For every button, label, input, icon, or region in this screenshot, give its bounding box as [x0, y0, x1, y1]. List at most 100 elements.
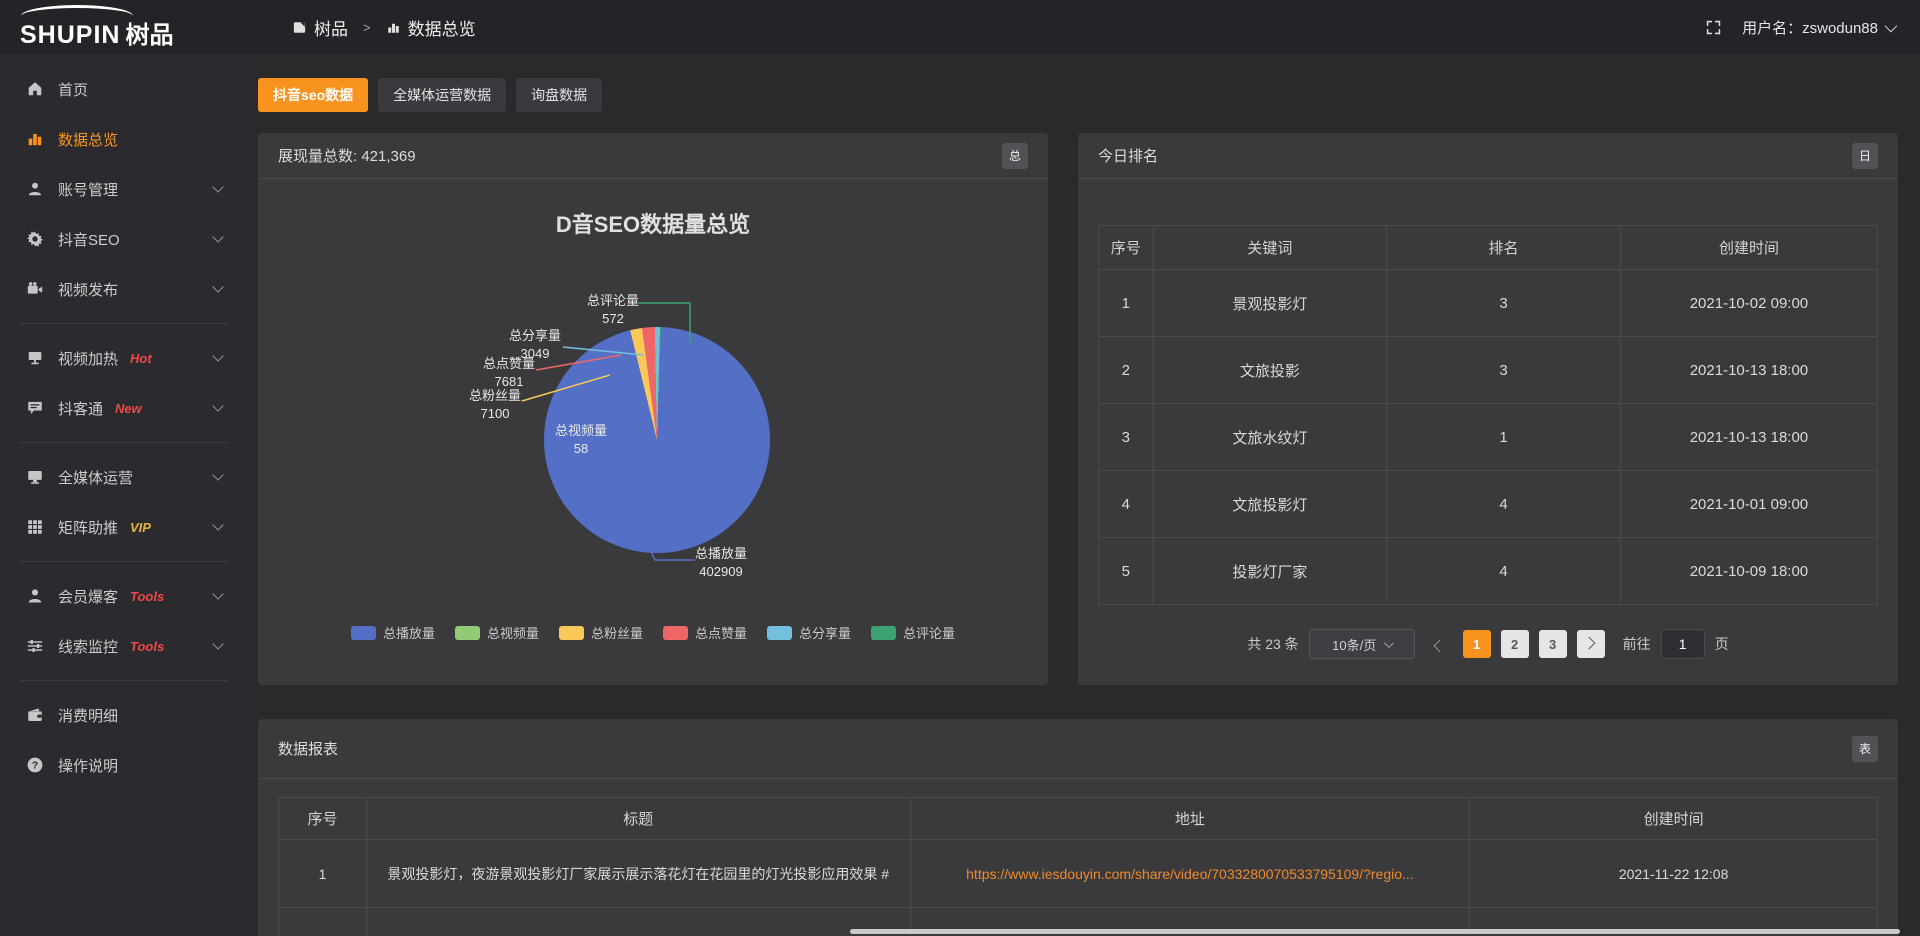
sidebar-item-home[interactable]: 首页	[0, 64, 248, 114]
monitor-icon	[26, 349, 44, 367]
impressions-total-label: 展现量总数: 421,369	[278, 145, 416, 166]
sidebar-item-member-burst[interactable]: 会员爆客Tools	[0, 571, 248, 621]
goto-label: 前往	[1623, 634, 1651, 654]
report-col-header: 序号	[279, 798, 367, 840]
grid-icon	[26, 518, 44, 536]
legend-label: 总播放量	[383, 623, 435, 642]
today-ranking-title: 今日排名	[1098, 145, 1158, 166]
legend-item-0[interactable]: 总播放量	[351, 623, 435, 642]
question-icon: ?	[26, 756, 44, 774]
video-link[interactable]: https://www.iesdouyin.com/share/video/70…	[966, 866, 1414, 882]
day-mode-button[interactable]: 日	[1852, 143, 1878, 169]
top-bar: SHUPIN 树品 树品 > 数据总览 用户名：zswodun88	[0, 0, 1920, 54]
sidebar-item-label: 操作说明	[58, 755, 118, 776]
logo-text-en: SHUPIN	[20, 21, 120, 50]
sidebar-item-doukotong[interactable]: 抖客通New	[0, 383, 248, 433]
chevron-down-icon	[1885, 19, 1898, 32]
sidebar-item-label: 抖音SEO	[58, 229, 120, 250]
sidebar-item-consume-detail[interactable]: 消费明细	[0, 690, 248, 740]
ranking-cell: 2	[1099, 337, 1154, 404]
chart-legend: 总播放量 总视频量 总粉丝量 总点赞量 总分享量 总评论量	[258, 623, 1048, 642]
table-mode-button[interactable]: 表	[1852, 736, 1878, 762]
pie-slice-label: 总播放量402909	[695, 545, 747, 581]
seo-overview-panel: 展现量总数: 421,369 总 D音SEO数据量总览 总播放量402909总视…	[258, 133, 1048, 685]
user-menu[interactable]: 用户名：zswodun88	[1742, 17, 1894, 38]
data-report-panel: 数据报表 表 序号标题地址创建时间 1景观投影灯，夜游景观投影灯厂家展示展示落花…	[258, 719, 1898, 936]
report-cell-empty	[366, 908, 910, 936]
sidebar-item-video-heat[interactable]: 视频加热Hot	[0, 333, 248, 383]
sidebar-item-operation-guide[interactable]: ? 操作说明	[0, 740, 248, 790]
ranking-cell: 文旅投影	[1153, 337, 1387, 404]
app-window: SHUPIN 树品 树品 > 数据总览 用户名：zswodun88 首页数据总览…	[0, 0, 1920, 936]
ranking-cell: 文旅水纹灯	[1153, 404, 1387, 471]
report-title-cell: 景观投影灯，夜游景观投影灯厂家展示展示落花灯在花园里的灯光投影应用效果 #	[366, 840, 910, 908]
data-report-title: 数据报表	[278, 738, 338, 759]
display-icon	[26, 468, 44, 486]
main-content: 抖音seo数据全媒体运营数据询盘数据 展现量总数: 421,369 总 D音SE…	[248, 54, 1920, 936]
chevron-down-icon	[212, 638, 223, 649]
chevron-down-icon	[212, 588, 223, 599]
total-mode-button[interactable]: 总	[1002, 143, 1028, 169]
page-button-2[interactable]: 2	[1501, 630, 1529, 658]
tab-inquiry-data[interactable]: 询盘数据	[516, 78, 602, 112]
pie-slice-label: 总点赞量7681	[483, 355, 535, 391]
tab-douyin-seo-data[interactable]: 抖音seo数据	[258, 78, 368, 112]
logo-text-cn: 树品	[125, 15, 173, 50]
legend-item-2[interactable]: 总粉丝量	[559, 623, 643, 642]
logo[interactable]: SHUPIN 树品	[0, 5, 248, 50]
sidebar-item-label: 抖客通	[58, 398, 103, 419]
ranking-col-header: 排名	[1387, 226, 1621, 270]
pie-chart	[544, 327, 770, 553]
ranking-cell: 2021-10-01 09:00	[1620, 471, 1877, 538]
tab-omni-media-data[interactable]: 全媒体运营数据	[378, 78, 506, 112]
sidebar-item-omni-media[interactable]: 全媒体运营	[0, 452, 248, 502]
chevron-down-icon	[212, 519, 223, 530]
ranking-cell: 5	[1099, 538, 1154, 605]
sidebar-item-label: 消费明细	[58, 705, 118, 726]
legend-item-4[interactable]: 总分享量	[767, 623, 851, 642]
ranking-col-header: 序号	[1099, 226, 1154, 270]
breadcrumb: 树品 > 数据总览	[292, 15, 476, 40]
report-url-cell: https://www.iesdouyin.com/share/video/70…	[910, 840, 1470, 908]
page-button-1[interactable]: 1	[1463, 630, 1491, 658]
sidebar-divider	[20, 561, 228, 562]
legend-swatch	[871, 626, 896, 640]
breadcrumb-root[interactable]: 树品	[314, 15, 348, 40]
legend-swatch	[351, 626, 376, 640]
sidebar-item-douyin-seo[interactable]: 抖音SEO	[0, 214, 248, 264]
goto-page-input[interactable]	[1661, 629, 1705, 659]
sidebar-item-matrix-boost[interactable]: 矩阵助推VIP	[0, 502, 248, 552]
legend-swatch	[559, 626, 584, 640]
report-index-cell: 1	[279, 840, 367, 908]
sliders-icon	[26, 637, 44, 655]
sidebar-item-account-manage[interactable]: 账号管理	[0, 164, 248, 214]
table-row: 1景观投影灯，夜游景观投影灯厂家展示展示落花灯在花园里的灯光投影应用效果 # ht…	[279, 840, 1878, 908]
pagination: 共 23 条 10条/页 123 前往 页	[1098, 629, 1878, 659]
sidebar-menu: 首页数据总览账号管理抖音SEO视频发布视频加热Hot抖客通New全媒体运营矩阵助…	[0, 64, 248, 790]
horizontal-scrollbar-thumb[interactable]	[850, 929, 1900, 934]
legend-label: 总评论量	[903, 623, 955, 642]
table-row: 4文旅投影灯42021-10-01 09:00	[1099, 471, 1878, 538]
legend-item-3[interactable]: 总点赞量	[663, 623, 747, 642]
sidebar-divider	[20, 680, 228, 681]
sidebar-item-label: 矩阵助推	[58, 517, 118, 538]
legend-item-1[interactable]: 总视频量	[455, 623, 539, 642]
ranking-cell: 景观投影灯	[1153, 270, 1387, 337]
prev-page-button[interactable]	[1425, 630, 1453, 658]
total-count-label: 共 23 条	[1247, 634, 1298, 654]
ranking-cell: 4	[1387, 538, 1621, 605]
bar-chart-icon	[26, 130, 44, 148]
chevron-down-icon	[212, 181, 223, 192]
next-page-button[interactable]	[1577, 630, 1605, 658]
pie-slice-label: 总分享量3049	[509, 327, 561, 363]
wallet-icon	[26, 706, 44, 724]
sidebar-item-video-publish[interactable]: 视频发布	[0, 264, 248, 314]
legend-item-5[interactable]: 总评论量	[871, 623, 955, 642]
page-size-select[interactable]: 10条/页	[1309, 629, 1415, 659]
sidebar-item-clue-monitor[interactable]: 线索监控Tools	[0, 621, 248, 671]
fullscreen-icon[interactable]	[1705, 19, 1722, 36]
sidebar-item-data-overview[interactable]: 数据总览	[0, 114, 248, 164]
page-button-3[interactable]: 3	[1539, 630, 1567, 658]
report-cell-empty	[279, 908, 367, 936]
ranking-cell: 2021-10-09 18:00	[1620, 538, 1877, 605]
